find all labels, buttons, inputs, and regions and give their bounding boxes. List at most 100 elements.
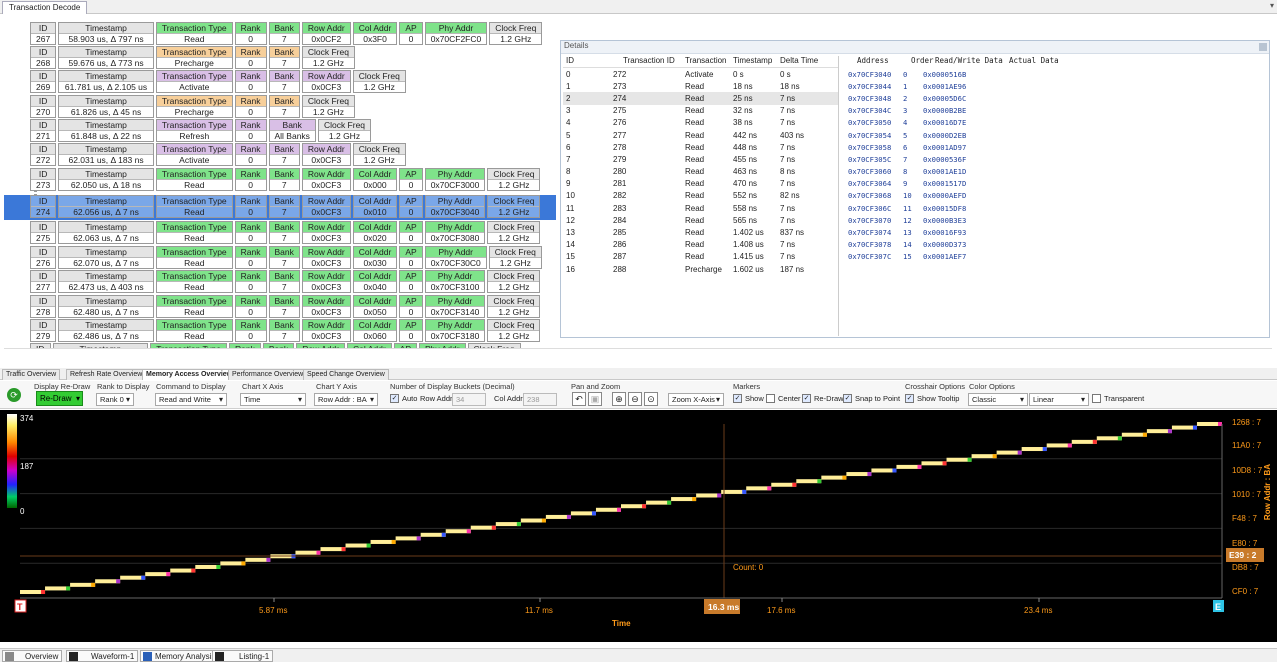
details-row[interactable]: 16 288 Precharge 1.602 us 187 ns bbox=[563, 263, 838, 275]
details-col-id[interactable]: ID bbox=[563, 56, 591, 67]
memory-row[interactable]: 0x70CF3040 0 0x0000516B bbox=[845, 68, 1265, 80]
redraw-checkbox[interactable]: ✓ Re-Draw bbox=[802, 394, 844, 403]
tab-memory-access-overview[interactable]: Memory Access Overview bbox=[142, 369, 237, 380]
memory-row[interactable]: 0x70CF3074 13 0x00016F93 bbox=[845, 226, 1265, 238]
memory-row[interactable]: 0x70CF3048 2 0x00005D6C bbox=[845, 92, 1265, 104]
details-row[interactable]: 2 274 Read 25 ns 7 ns bbox=[563, 92, 838, 105]
undo-icon[interactable]: ↶ bbox=[572, 392, 586, 406]
transaction-row[interactable]: ID 276 Timestamp 62.070 us, Δ 7 ns Transacti… bbox=[30, 246, 544, 269]
col-addr-input[interactable]: 238 bbox=[523, 393, 557, 406]
memory-row[interactable]: 0x70CF3054 5 0x0000D2EB bbox=[845, 129, 1265, 141]
details-row[interactable]: 5 277 Read 442 ns 403 ns bbox=[563, 129, 838, 141]
redraw-button[interactable]: Re-Draw bbox=[36, 391, 83, 406]
tab-overview[interactable]: Overview bbox=[2, 650, 63, 662]
details-col-delta[interactable]: Delta Time bbox=[780, 56, 837, 67]
tx-field-value: 1.2 GHz bbox=[488, 330, 540, 341]
transaction-row[interactable]: ID 268 Timestamp 59.676 us, Δ 773 ns Transac… bbox=[30, 46, 357, 69]
details-cell: 7 ns bbox=[780, 203, 796, 213]
tab-waveform[interactable]: Waveform-1 bbox=[66, 650, 139, 662]
xaxis-select[interactable]: Time bbox=[240, 393, 306, 406]
transaction-row[interactable]: ID 278 Timestamp 62.480 us, Δ 7 ns Transacti… bbox=[30, 295, 542, 318]
tx-field-header: Clock Freq bbox=[302, 47, 354, 57]
zoom-out-icon[interactable]: ⊖ bbox=[628, 392, 642, 406]
details-row[interactable]: 0 272 Activate 0 s 0 s bbox=[563, 68, 838, 80]
details-close-icon[interactable] bbox=[1259, 43, 1267, 51]
details-row[interactable]: 12 284 Read 565 ns 7 ns bbox=[563, 214, 838, 226]
details-row[interactable]: 15 287 Read 1.415 us 7 ns bbox=[563, 251, 838, 263]
transaction-row[interactable]: ID 269 Timestamp 61.781 us, Δ 2.105 us Trans… bbox=[30, 70, 408, 93]
details-row[interactable]: 7 279 Read 455 ns 7 ns bbox=[563, 153, 838, 165]
memory-row[interactable]: 0x70CF3068 10 0x0000AEFD bbox=[845, 190, 1265, 202]
center-checkbox[interactable]: Center bbox=[766, 394, 801, 403]
refresh-icon[interactable]: ⟳ bbox=[7, 388, 21, 402]
details-col-timestamp[interactable]: Timestamp bbox=[733, 56, 780, 67]
snap-checkbox[interactable]: ✓ Snap to Point bbox=[843, 394, 900, 403]
details-row[interactable]: 14 286 Read 1.408 us 7 ns bbox=[563, 239, 838, 251]
details-row[interactable]: 4 276 Read 38 ns 7 ns bbox=[563, 117, 838, 129]
memory-row[interactable]: 0x70CF304C 3 0x0000B2BE bbox=[845, 105, 1265, 117]
mem-col-order[interactable]: Order bbox=[911, 56, 935, 68]
transaction-row[interactable]: ID 271 Timestamp 61.848 us, Δ 22 ns Transact… bbox=[30, 119, 373, 142]
transaction-row[interactable]: ID 274 Timestamp 62.056 us, Δ 7 ns Transacti… bbox=[30, 195, 542, 218]
tab-refresh-rate-overview[interactable]: Refresh Rate Overview bbox=[66, 369, 147, 380]
show-markers-checkbox[interactable]: ✓ Show bbox=[733, 394, 764, 403]
tab-transaction-decode[interactable]: Transaction Decode bbox=[2, 1, 88, 14]
details-row[interactable]: 9 281 Read 470 ns 7 ns bbox=[563, 178, 838, 190]
memory-row[interactable]: 0x70CF3050 4 0x00016D7E bbox=[845, 117, 1265, 129]
transaction-row[interactable]: ID 277 Timestamp 62.473 us, Δ 403 ns Transac… bbox=[30, 270, 542, 293]
memory-row[interactable]: 0x70CF3070 12 0x0000B3E3 bbox=[845, 214, 1265, 226]
color-scale-select[interactable]: Linear bbox=[1029, 393, 1089, 406]
memory-row[interactable]: 0x70CF307C 15 0x0001AEF7 bbox=[845, 251, 1265, 263]
memory-row[interactable]: 0x70CF3058 6 0x0001AD97 bbox=[845, 141, 1265, 153]
horizontal-scrollbar[interactable] bbox=[4, 348, 1272, 356]
yaxis-select[interactable]: Row Addr : BA bbox=[314, 393, 378, 406]
mem-col-address[interactable]: Address bbox=[845, 56, 911, 68]
details-col-txid[interactable]: Transaction ID bbox=[591, 56, 685, 67]
tab-performance-overview[interactable]: Performance Overview bbox=[228, 369, 308, 380]
zoom-in-icon[interactable]: ⊕ bbox=[612, 392, 626, 406]
transparent-checkbox[interactable]: Transparent bbox=[1092, 394, 1144, 403]
redo-icon[interactable]: ▣ bbox=[588, 392, 602, 406]
rank-select[interactable]: Rank 0 bbox=[96, 393, 134, 406]
memory-row[interactable]: 0x70CF3064 9 0x0001517D bbox=[845, 178, 1265, 190]
memory-cell: 0x0000D2EB bbox=[923, 130, 967, 140]
tx-field-header: Bank bbox=[269, 47, 299, 57]
memory-access-chart[interactable]: 374 187 0 Count: 0 5.87 ms 11.7 ms 17.6 ms 23.4… bbox=[0, 410, 1277, 642]
transaction-row[interactable]: ID 275 Timestamp 62.063 us, Δ 7 ns Transacti… bbox=[30, 221, 542, 244]
zoom-axis-select[interactable]: Zoom X-Axis bbox=[668, 393, 724, 406]
details-row[interactable]: 11 283 Read 558 ns 7 ns bbox=[563, 202, 838, 214]
transaction-row[interactable]: ID 267 Timestamp 58.903 us, Δ 797 ns Transac… bbox=[30, 22, 544, 45]
tx-field-value: 0x70CF3100 bbox=[425, 281, 485, 292]
tab-traffic-overview[interactable]: Traffic Overview bbox=[2, 369, 61, 380]
details-row[interactable]: 6 278 Read 448 ns 7 ns bbox=[563, 141, 838, 153]
tab-listing[interactable]: Listing-1 bbox=[212, 650, 274, 662]
mem-col-actual-data[interactable]: Actual Data bbox=[1009, 56, 1059, 68]
row-addr-input[interactable]: 34 bbox=[452, 393, 486, 406]
memory-row[interactable]: 0x70CF3044 1 0x0001AE96 bbox=[845, 80, 1265, 92]
transaction-row[interactable]: ID 270 Timestamp 61.826 us, Δ 45 ns Transact… bbox=[30, 95, 357, 118]
details-row[interactable]: 10 282 Read 552 ns 82 ns bbox=[563, 190, 838, 202]
details-row[interactable]: 1 273 Read 18 ns 18 ns bbox=[563, 80, 838, 92]
transaction-row[interactable]: ID 279 Timestamp 62.486 us, Δ 7 ns Transacti… bbox=[30, 319, 542, 342]
memory-row[interactable]: 0x70CF3060 8 0x0001AE1D bbox=[845, 166, 1265, 178]
color-scheme-select[interactable]: Classic bbox=[968, 393, 1028, 406]
details-row[interactable]: 3 275 Read 32 ns 7 ns bbox=[563, 105, 838, 117]
memory-row[interactable]: 0x70CF305C 7 0x0000536F bbox=[845, 153, 1265, 165]
zoom-fit-icon[interactable]: ⊙ bbox=[644, 392, 658, 406]
mem-col-rw-data[interactable]: Read/Write Data bbox=[935, 56, 1009, 68]
tx-field-phy: Phy Addr 0x70CF3000 bbox=[424, 168, 486, 191]
chart-canvas[interactable]: 374 187 0 Count: 0 5.87 ms 11.7 ms 17.6 ms 23.4… bbox=[0, 410, 1277, 642]
tx-field-header: Phy Addr bbox=[425, 296, 485, 306]
tab-speed-change-overview[interactable]: Speed Change Overview bbox=[303, 369, 389, 380]
command-select[interactable]: Read and Write bbox=[155, 393, 227, 406]
details-row[interactable]: 13 285 Read 1.402 us 837 ns bbox=[563, 226, 838, 238]
collapse-icon[interactable]: ▾ bbox=[1270, 1, 1274, 10]
memory-row[interactable]: 0x70CF306C 11 0x00015DF8 bbox=[845, 202, 1265, 214]
transaction-row[interactable]: ID 272 Timestamp 62.031 us, Δ 183 ns Transac… bbox=[30, 143, 408, 166]
auto-checkbox[interactable]: ✓ Auto bbox=[390, 394, 417, 403]
details-row[interactable]: 8 280 Read 463 ns 8 ns bbox=[563, 166, 838, 178]
tooltip-checkbox[interactable]: ✓ Show Tooltip bbox=[905, 394, 959, 403]
details-col-transaction[interactable]: Transaction bbox=[685, 56, 733, 67]
transaction-row[interactable]: ID 273 Timestamp 62.050 us, Δ 18 ns Transact… bbox=[30, 168, 542, 191]
memory-row[interactable]: 0x70CF3078 14 0x0000D373 bbox=[845, 239, 1265, 251]
